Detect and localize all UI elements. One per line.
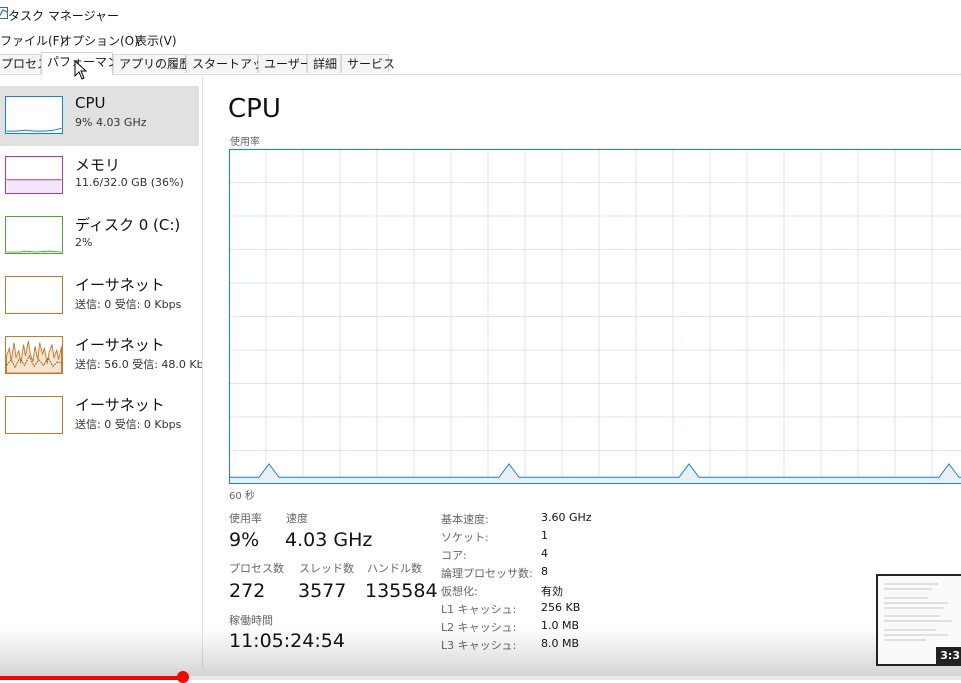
processes-value: 272 [229, 580, 265, 602]
video-progress-knob[interactable] [177, 671, 189, 683]
tab-users[interactable]: ユーザー [258, 54, 307, 73]
spec-label: L1 キャッシュ: [441, 601, 516, 617]
sidebar-item-value: 送信: 56.0 受信: 48.0 Kb [75, 356, 204, 372]
disk-thumbnail-graph [5, 216, 63, 254]
video-progress-fill [0, 676, 183, 680]
graph-time-label: 60 秒 [229, 487, 255, 502]
spec-value: 256 KB [541, 601, 580, 614]
usage-value: 9% [229, 529, 259, 551]
processes-label: プロセス数 [229, 560, 284, 576]
tab-startup[interactable]: スタートアップ [186, 54, 258, 73]
sidebar-item-label: イーサネット [75, 274, 165, 295]
sidebar-item-value: 2% [75, 236, 92, 249]
tab-processes[interactable]: プロセス [0, 54, 41, 73]
spec-value: 3.60 GHz [541, 511, 592, 524]
ethernet-thumbnail-graph [5, 276, 63, 314]
sidebar-item-ethernet-3[interactable]: イーサネット 送信: 0 受信: 0 Kbps [0, 386, 199, 446]
uptime-label: 稼働時間 [229, 612, 273, 628]
spec-label: 論理プロセッサ数: [441, 565, 533, 581]
sidebar-item-label: メモリ [75, 154, 120, 175]
page-title: CPU [228, 94, 281, 124]
ethernet-thumbnail-graph [5, 336, 63, 374]
spec-value: 1.0 MB [541, 619, 579, 632]
ethernet-thumbnail-graph [5, 396, 63, 434]
resource-sidebar: CPU 9% 4.03 GHz メモリ 11.6/32.0 GB (36%) デ… [0, 86, 200, 680]
sidebar-item-label: ディスク 0 (C:) [75, 214, 180, 235]
cpu-usage-area [229, 464, 961, 484]
sidebar-item-label: CPU [75, 94, 106, 112]
speed-value: 4.03 GHz [285, 529, 372, 551]
video-preview-thumbnail[interactable]: 3:3 [876, 574, 961, 666]
uptime-value: 11:05:24:54 [229, 630, 345, 652]
spec-value: 4 [541, 547, 548, 560]
window-title: タスク マネージャー [8, 7, 119, 24]
cpu-usage-graph [229, 149, 961, 484]
cpu-usage-line [229, 464, 961, 477]
sidebar-item-ethernet-1[interactable]: イーサネット 送信: 0 受信: 0 Kbps [0, 266, 199, 326]
tab-bar: プロセス パフォーマンス アプリの履歴 スタートアップ ユーザー 詳細 サービス [0, 52, 961, 75]
menu-options[interactable]: オプション(O) [60, 32, 139, 49]
sidebar-item-disk[interactable]: ディスク 0 (C:) 2% [0, 206, 199, 266]
menu-file[interactable]: ファイル(F) [0, 32, 64, 49]
spec-label: 仮想化: [441, 583, 478, 599]
usage-label: 使用率 [229, 510, 262, 526]
memory-thumbnail-graph [5, 156, 63, 194]
spec-label: ソケット: [441, 529, 489, 545]
spec-label: L3 キャッシュ: [441, 637, 516, 653]
sidebar-item-ethernet-2[interactable]: イーサネット 送信: 56.0 受信: 48.0 Kb [0, 326, 199, 386]
sidebar-item-memory[interactable]: メモリ 11.6/32.0 GB (36%) [0, 146, 199, 206]
sidebar-item-label: イーサネット [75, 334, 165, 355]
menu-view[interactable]: 表示(V) [135, 32, 177, 49]
spec-value: 有効 [541, 583, 563, 599]
spec-label: コア: [441, 547, 467, 563]
mouse-cursor-icon [74, 60, 88, 80]
tab-details[interactable]: 詳細 [307, 54, 341, 73]
task-manager-icon [0, 7, 8, 19]
spec-label: L2 キャッシュ: [441, 619, 516, 635]
video-timestamp: 3:3 [936, 647, 961, 664]
threads-label: スレッド数 [299, 560, 354, 576]
sidebar-item-value: 送信: 0 受信: 0 Kbps [75, 416, 181, 432]
sidebar-item-value: 送信: 0 受信: 0 Kbps [75, 296, 181, 312]
panel-divider [202, 76, 203, 668]
spec-value: 8 [541, 565, 548, 578]
tab-services[interactable]: サービス [341, 54, 389, 73]
spec-value: 8.0 MB [541, 637, 579, 650]
sidebar-item-value: 9% 4.03 GHz [75, 116, 147, 129]
sidebar-item-cpu[interactable]: CPU 9% 4.03 GHz [0, 86, 199, 146]
graph-usage-label: 使用率 [230, 133, 260, 148]
sidebar-item-value: 11.6/32.0 GB (36%) [75, 176, 184, 189]
spec-value: 1 [541, 529, 548, 542]
menu-bar: ファイル(F) オプション(O) 表示(V) [0, 30, 961, 50]
title-bar: タスク マネージャー [0, 0, 961, 28]
graph-grid [229, 149, 961, 484]
cpu-thumbnail-graph [5, 96, 63, 134]
handles-value: 135584 [365, 580, 438, 602]
sidebar-item-label: イーサネット [75, 394, 165, 415]
speed-label: 速度 [286, 510, 308, 526]
tab-app-history[interactable]: アプリの履歴 [113, 54, 186, 73]
threads-value: 3577 [298, 580, 346, 602]
handles-label: ハンドル数 [367, 560, 422, 576]
spec-label: 基本速度: [441, 511, 489, 527]
